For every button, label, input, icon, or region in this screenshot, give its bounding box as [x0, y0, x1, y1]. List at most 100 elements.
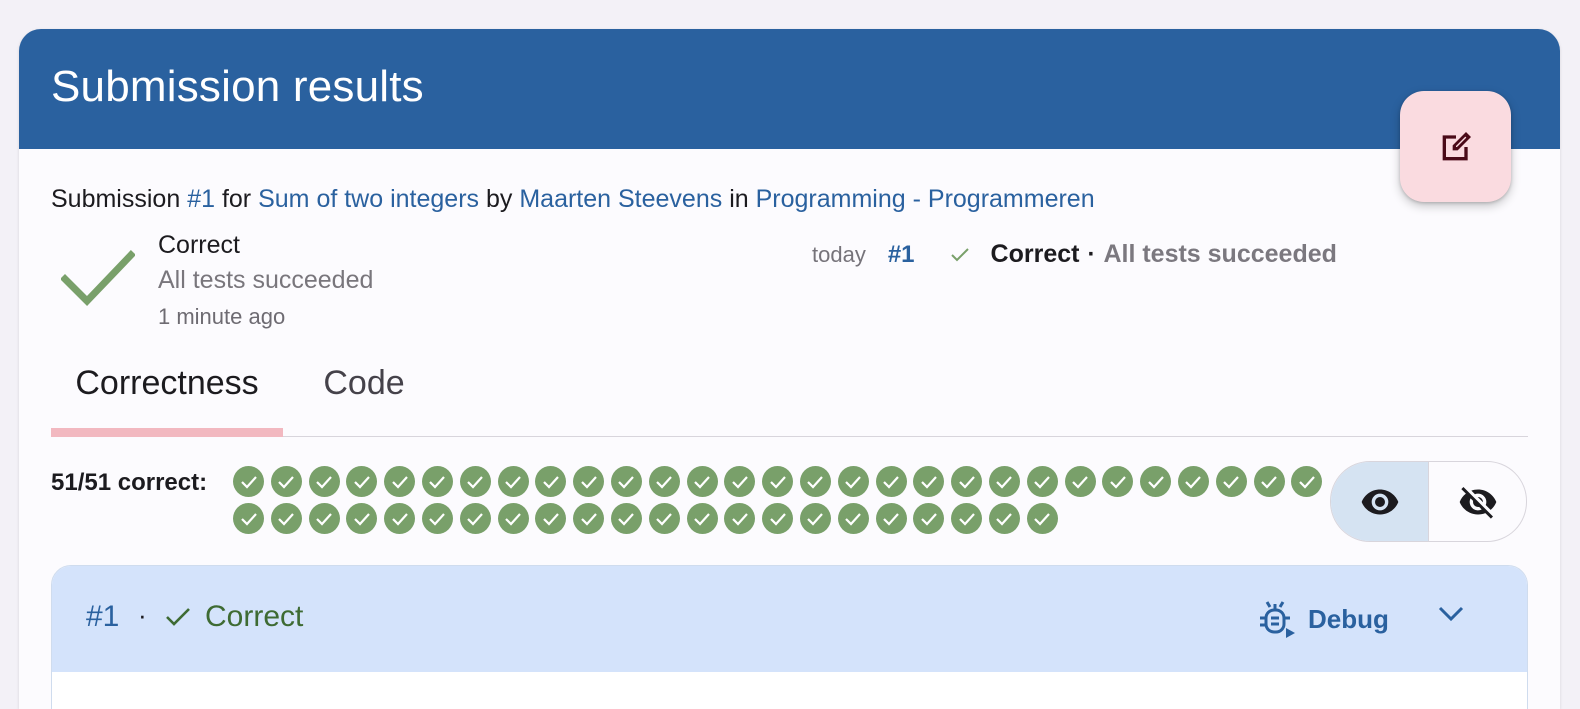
test-result-dot[interactable]	[497, 503, 529, 534]
test-result-dot[interactable]	[875, 503, 907, 534]
expand-button[interactable]	[1437, 604, 1465, 629]
test-result-dot[interactable]	[799, 503, 831, 534]
test-result-dot[interactable]	[384, 466, 416, 497]
test-result-dot[interactable]	[270, 503, 302, 534]
tab-bar: Correctness Code	[51, 347, 1528, 437]
test-result-dot[interactable]	[535, 466, 567, 497]
test-result-dot[interactable]	[724, 503, 756, 534]
test-result-dot[interactable]	[724, 466, 756, 497]
check-icon	[807, 475, 824, 489]
tests-count-label: 51/51 correct:	[51, 469, 208, 496]
test-result-dot[interactable]	[1102, 466, 1134, 497]
test-result-dot[interactable]	[1215, 466, 1247, 497]
test-result-dot[interactable]	[1140, 466, 1172, 497]
test-case-header[interactable]: #1 · Correct Debug	[52, 566, 1527, 672]
test-result-dot[interactable]	[988, 466, 1020, 497]
test-result-dot[interactable]	[308, 503, 340, 534]
check-icon	[958, 512, 975, 526]
test-result-dot[interactable]	[308, 466, 340, 497]
history-summary: All tests succeeded	[1103, 240, 1337, 268]
history-when: today	[812, 241, 866, 267]
show-hidden-tests-button[interactable]	[1331, 462, 1429, 541]
check-icon	[807, 512, 824, 526]
test-result-dot[interactable]	[1253, 466, 1285, 497]
check-icon	[354, 512, 370, 526]
course-link[interactable]: Programming - Programmeren	[756, 185, 1095, 213]
test-result-dot[interactable]	[648, 466, 680, 497]
check-icon	[845, 475, 862, 489]
test-result-dot[interactable]	[686, 503, 718, 534]
check-icon	[240, 475, 257, 489]
test-result-dot[interactable]	[913, 503, 945, 534]
edit-button[interactable]	[1400, 91, 1511, 202]
check-icon	[921, 475, 937, 489]
test-result-dot[interactable]	[346, 466, 378, 497]
test-result-dot[interactable]	[497, 466, 529, 497]
test-result-dot[interactable]	[762, 466, 794, 497]
test-result-dot[interactable]	[648, 503, 680, 534]
check-icon	[996, 512, 1013, 526]
test-result-dot[interactable]	[1026, 503, 1058, 534]
test-result-dot[interactable]	[951, 466, 983, 497]
card-header: Submission results	[19, 29, 1560, 149]
test-result-dot[interactable]	[384, 503, 416, 534]
test-result-dot[interactable]	[762, 503, 794, 534]
check-icon	[543, 512, 559, 526]
test-result-dot[interactable]	[535, 503, 567, 534]
check-icon	[921, 512, 937, 526]
exercise-link[interactable]: Sum of two integers	[258, 185, 479, 213]
submission-history-item[interactable]: today #1 Correct · All tests succeeded	[812, 240, 1337, 269]
test-result-dot[interactable]	[610, 503, 642, 534]
test-result-dot[interactable]	[573, 503, 605, 534]
test-result-dot[interactable]	[1026, 466, 1058, 497]
check-icon	[1185, 475, 1202, 489]
submission-description: Submission #1 for Sum of two integers by…	[51, 184, 1095, 214]
test-status-dots	[233, 466, 1333, 534]
test-result-dot[interactable]	[233, 503, 264, 534]
tab-code[interactable]: Code	[283, 347, 445, 436]
user-link[interactable]: Maarten Steevens	[519, 185, 722, 213]
test-result-dot[interactable]	[421, 503, 453, 534]
test-result-dot[interactable]	[988, 503, 1020, 534]
check-icon	[429, 475, 446, 489]
test-result-dot[interactable]	[951, 503, 983, 534]
test-result-dot[interactable]	[799, 466, 831, 497]
test-result-dot[interactable]	[837, 503, 869, 534]
check-icon	[580, 512, 597, 526]
test-result-dot[interactable]	[875, 466, 907, 497]
test-result-dot[interactable]	[459, 466, 491, 497]
test-result-dot[interactable]	[686, 466, 718, 497]
test-result-dot[interactable]	[459, 503, 491, 534]
check-icon	[618, 475, 635, 489]
check-icon	[769, 512, 786, 526]
test-result-dot[interactable]	[346, 503, 378, 534]
test-result-dot[interactable]	[1064, 466, 1096, 497]
test-case-number: #1	[86, 600, 120, 633]
submission-link[interactable]: #1	[187, 185, 215, 213]
check-icon	[429, 512, 446, 526]
test-result-dot[interactable]	[573, 466, 605, 497]
check-icon	[1223, 475, 1240, 489]
test-result-dot[interactable]	[837, 466, 869, 497]
test-result-dot[interactable]	[913, 466, 945, 497]
debug-button[interactable]: Debug	[1258, 598, 1389, 640]
hide-tests-button[interactable]	[1429, 462, 1526, 541]
test-result-dot[interactable]	[610, 466, 642, 497]
test-result-dot[interactable]	[233, 466, 264, 497]
test-result-dot[interactable]	[270, 466, 302, 497]
tab-correctness[interactable]: Correctness	[51, 347, 283, 436]
check-icon	[278, 475, 295, 489]
test-result-dot[interactable]	[1291, 466, 1323, 497]
check-icon	[316, 512, 332, 526]
desc-by: by	[485, 185, 513, 213]
test-result-dot[interactable]	[1177, 466, 1209, 497]
check-icon	[732, 475, 748, 489]
test-result-dot[interactable]	[421, 466, 453, 497]
check-icon	[950, 247, 969, 262]
test-case-status: Correct	[205, 600, 304, 633]
check-icon	[240, 512, 257, 526]
check-icon	[391, 512, 408, 526]
check-icon	[732, 512, 748, 526]
status-summary-text: All tests succeeded	[158, 266, 374, 294]
check-icon	[1072, 475, 1088, 489]
